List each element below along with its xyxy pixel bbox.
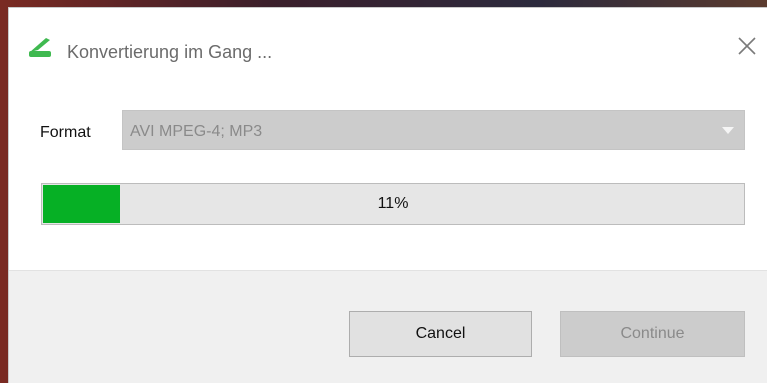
converter-app-icon	[26, 32, 54, 60]
dialog-title: Konvertierung im Gang ...	[67, 42, 273, 62]
cancel-button[interactable]: Cancel	[349, 311, 532, 357]
format-label: Format	[40, 124, 91, 141]
format-selected-value: AVI MPEG-4; MP3	[130, 123, 263, 140]
dialog-footer: Cancel Continue	[9, 270, 767, 383]
conversion-progress-bar: 11%	[41, 183, 745, 225]
close-icon[interactable]	[731, 30, 763, 62]
conversion-dialog: Konvertierung im Gang ... Format AVI MPE…	[9, 8, 767, 383]
progress-percent: 11%	[377, 195, 409, 212]
chevron-down-icon	[722, 127, 734, 134]
format-dropdown[interactable]: AVI MPEG-4; MP3	[122, 110, 745, 150]
dialog-titlebar: Konvertierung im Gang ...	[9, 8, 767, 80]
continue-button[interactable]: Continue	[560, 311, 745, 357]
